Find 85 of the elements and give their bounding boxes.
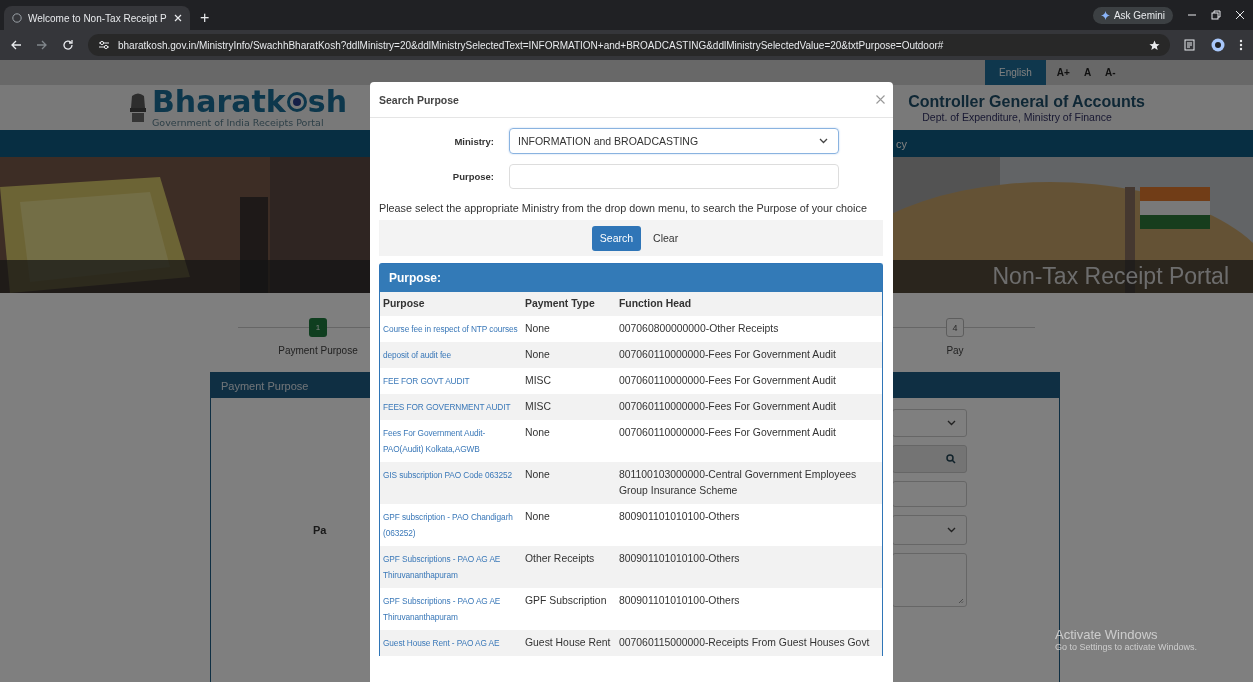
table-cell: None: [525, 323, 550, 334]
organization-title: Controller General of Accounts: [908, 92, 1145, 111]
search-field[interactable]: [892, 445, 967, 473]
purpose-link[interactable]: FEE FOR GOVT AUDIT: [383, 373, 519, 389]
table-cell: GPF Subscription: [525, 595, 607, 606]
banner-caption: Non-Tax Receipt Portal: [992, 263, 1229, 290]
ask-gemini-button[interactable]: Ask Gemini: [1092, 6, 1173, 24]
select-field[interactable]: [892, 409, 967, 437]
ministry-select[interactable]: INFORMATION and BROADCASTING: [509, 128, 839, 154]
purpose-link[interactable]: GPF Subscriptions - PAO AG AE Thiruvananthapuram: [383, 593, 519, 625]
dialog-title: Search Purpose: [379, 93, 459, 106]
purpose-link[interactable]: GPF subscription - PAO Chandigarh (063252): [383, 509, 519, 541]
purpose-link[interactable]: FEES FOR GOVERNMENT AUDIT: [383, 399, 519, 415]
wheel-icon: [285, 91, 308, 113]
purpose-link[interactable]: Course fee in respect of NTP courses: [383, 321, 519, 337]
field-label: Ministry:: [453, 135, 495, 147]
emblem-icon: [128, 91, 148, 124]
table-cell: 007060110000000-Fees For Government Audit: [619, 427, 836, 438]
chevron-down-icon: [947, 527, 956, 533]
purpose-link[interactable]: GIS subscription PAO Code 063252: [383, 467, 519, 483]
table-cell: 800901101010100-Others: [619, 511, 740, 522]
help-text: Please select the appropriate Ministry from the drop down menu, to search the Purpose of your choice: [379, 202, 868, 214]
step-label: Payment Purpose: [278, 345, 358, 356]
font-size-button[interactable]: A-: [1102, 67, 1119, 78]
column-header: Payment Type: [525, 298, 595, 309]
font-size-button[interactable]: A+: [1053, 67, 1073, 78]
step-number: 1: [309, 318, 327, 337]
select-field[interactable]: [892, 515, 967, 545]
column-header: Purpose: [383, 298, 425, 309]
address-bar[interactable]: bharatkosh.gov.in/MinistryInfo/SwachhBharatKosh?ddlMinistry=20&ddlMinistrySelectedText=INFORMATION+and+BROADCASTING&ddlMinistrySelectedValue=20&txtPurpose=Outdoor#: [88, 34, 1170, 56]
logo-tagline: Government of India Receipts Portal: [152, 117, 325, 128]
sparkle-icon: [1100, 10, 1110, 20]
table-cell: Other Receipts: [525, 553, 595, 564]
browser-tab[interactable]: Welcome to Non-Tax Receipt P: [4, 6, 190, 30]
nav-link[interactable]: cy: [896, 137, 907, 150]
logo-text: Bharatk: [152, 87, 286, 117]
logo-text: sh: [307, 87, 348, 117]
purpose-input[interactable]: [509, 163, 839, 189]
chevron-down-icon: [819, 138, 828, 144]
input-field[interactable]: [892, 481, 967, 507]
chevron-down-icon: [947, 420, 956, 426]
table-cell: None: [525, 469, 550, 480]
resize-grip-icon: [958, 598, 964, 604]
table-cell: None: [525, 427, 550, 438]
table-cell: MISC: [525, 401, 551, 412]
field-label: Purpose:: [451, 170, 495, 182]
table-cell: Guest House Rent: [525, 637, 611, 648]
menu-icon[interactable]: [1239, 39, 1243, 51]
table-cell: None: [525, 511, 550, 522]
step-number: 4: [946, 318, 964, 337]
field-label: Pa: [313, 524, 327, 536]
table-cell: 007060110000000-Fees For Government Audit: [619, 349, 836, 360]
font-size-button[interactable]: A: [1080, 67, 1095, 78]
purpose-link[interactable]: Fees For Government Audit-PAO(Audit) Kolkata,AGWB: [383, 425, 519, 457]
table-cell: MISC: [525, 375, 551, 386]
back-icon[interactable]: [10, 39, 22, 51]
search-icon[interactable]: [946, 454, 956, 464]
table-cell: 801100103000000-Central Government Employees Group Insurance Scheme: [619, 469, 857, 496]
reading-mode-icon[interactable]: [1184, 39, 1197, 51]
restore-icon[interactable]: [1211, 10, 1221, 20]
new-tab-button[interactable]: +: [196, 9, 214, 27]
profile-icon[interactable]: [1211, 38, 1225, 52]
site-settings-icon[interactable]: [98, 40, 110, 50]
organization-subtitle: Dept. of Expenditure, Ministry of Finance: [922, 110, 1112, 123]
table-cell: 007060115000000-Receipts From Guest Houses Govt: [619, 637, 870, 648]
language-button[interactable]: English: [985, 60, 1046, 85]
results-title: Purpose:: [389, 271, 441, 285]
table-cell: 007060110000000-Fees For Government Audit: [619, 401, 836, 412]
globe-icon: [12, 13, 22, 23]
table-cell: None: [525, 349, 550, 360]
table-cell: 800901101010100-Others: [619, 595, 740, 606]
clear-button[interactable]: Clear: [643, 232, 689, 244]
star-icon[interactable]: [1149, 39, 1160, 51]
purpose-link[interactable]: deposit of audit fee: [383, 347, 519, 363]
table-cell: 007060800000000-Other Receipts: [619, 323, 779, 334]
purpose-link[interactable]: Guest House Rent - PAO AG AE: [383, 635, 519, 651]
reload-icon[interactable]: [62, 39, 74, 51]
panel-title: Payment Purpose: [221, 379, 309, 392]
table-cell: 800901101010100-Others: [619, 553, 740, 564]
search-button[interactable]: Search: [591, 225, 642, 251]
purpose-link[interactable]: GPF Subscriptions - PAO AG AE Thiruvananthapuram: [383, 551, 519, 583]
table-cell: 007060110000000-Fees For Government Audit: [619, 375, 836, 386]
column-header: Function Head: [619, 298, 692, 309]
forward-icon[interactable]: [36, 39, 48, 51]
step-label: Pay: [946, 345, 964, 356]
